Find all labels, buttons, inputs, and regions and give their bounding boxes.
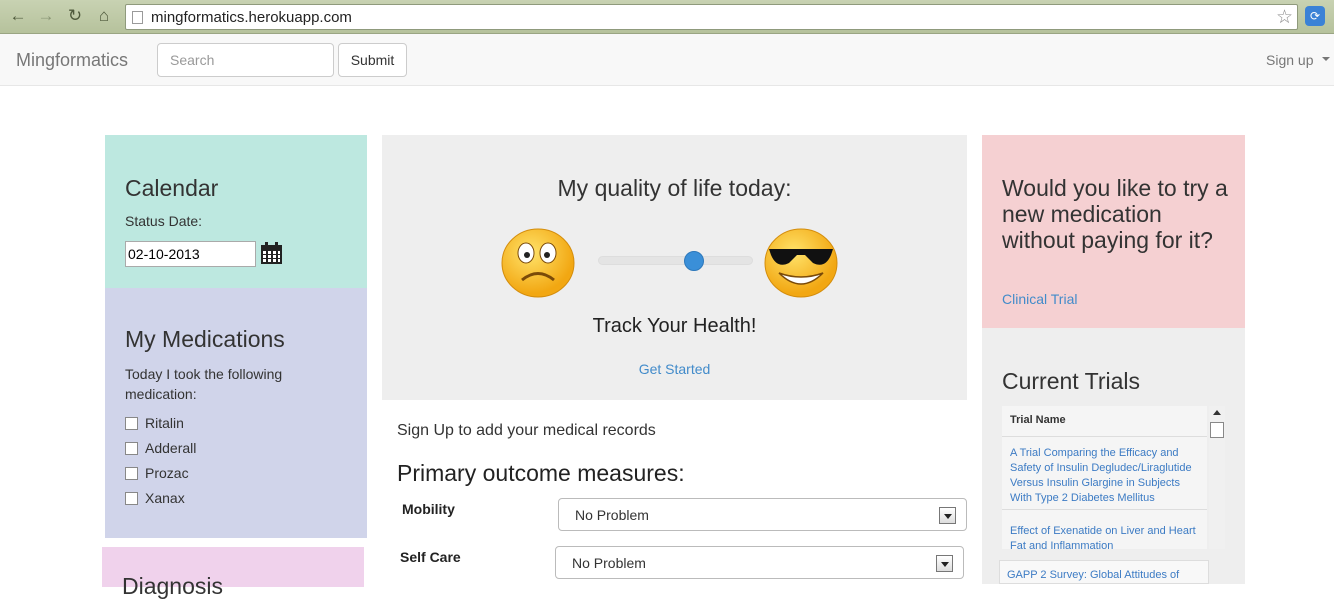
sad-face-icon	[501, 228, 575, 298]
diagnosis-title: Diagnosis	[122, 573, 223, 599]
self-care-label: Self Care	[400, 549, 461, 565]
forward-icon[interactable]: →	[36, 6, 56, 26]
quality-title: My quality of life today:	[557, 175, 792, 201]
checkbox[interactable]	[125, 417, 138, 430]
quality-of-life-panel: My quality of life today: Track Your Hea…	[382, 135, 967, 400]
home-icon[interactable]: ⌂	[94, 6, 114, 26]
diagnosis-panel: Diagnosis	[102, 547, 364, 599]
table-row[interactable]: Effect of Exenatide on Liver and Heart F…	[1002, 524, 1207, 549]
ad-title: Would you like to try a new medication w…	[1002, 175, 1228, 253]
get-started-link[interactable]: Get Started	[382, 361, 967, 377]
site-navbar: Mingformatics Submit Sign up	[0, 34, 1334, 86]
url-text[interactable]: mingformatics.herokuapp.com	[151, 9, 352, 26]
calendar-title: Calendar	[125, 175, 219, 201]
medications-description: Today I took the following medication:	[125, 366, 283, 402]
status-date-label: Status Date:	[125, 213, 203, 229]
chevron-down-icon[interactable]	[939, 507, 956, 524]
address-bar[interactable]: mingformatics.herokuapp.com ☆	[125, 4, 1298, 30]
clinical-trial-link[interactable]: Clinical Trial	[1002, 291, 1077, 307]
submit-button[interactable]: Submit	[338, 43, 407, 77]
brand-link[interactable]: Mingformatics	[16, 50, 128, 71]
medication-checkbox-prozac[interactable]: Prozac	[125, 465, 189, 481]
trial-name-header: Trial Name	[1002, 406, 1207, 437]
chevron-down-icon[interactable]	[936, 555, 953, 572]
checkbox[interactable]	[125, 492, 138, 505]
clinical-trial-ad-panel: Would you like to try a new medication w…	[982, 135, 1245, 328]
search-input[interactable]	[157, 43, 334, 77]
medication-checkbox-adderall[interactable]: Adderall	[125, 440, 196, 456]
medication-checkbox-xanax[interactable]: Xanax	[125, 490, 185, 506]
calendar-panel: Calendar Status Date:	[105, 135, 367, 288]
table-row[interactable]: GAPP 2 Survey: Global Attitudes of	[999, 560, 1209, 584]
current-trials-panel: Current Trials Trial Name A Trial Compar…	[982, 328, 1245, 584]
quality-slider-track[interactable]	[598, 256, 753, 265]
mobility-label: Mobility	[402, 501, 455, 517]
medications-panel: My Medications Today I took the followin…	[105, 288, 367, 538]
mobility-select[interactable]: No Problem	[558, 498, 967, 531]
self-care-select[interactable]: No Problem	[555, 546, 964, 579]
scroll-up-icon[interactable]	[1213, 410, 1221, 415]
star-icon[interactable]: ☆	[1276, 6, 1293, 29]
cool-face-icon	[764, 228, 838, 298]
status-date-input[interactable]	[125, 241, 256, 267]
checkbox[interactable]	[125, 467, 138, 480]
reload-icon[interactable]: ↻	[65, 6, 85, 26]
medications-title: My Medications	[125, 326, 285, 352]
page-icon	[132, 11, 143, 24]
signup-dropdown[interactable]: Sign up	[1266, 52, 1313, 68]
medication-checkbox-ritalin[interactable]: Ritalin	[125, 415, 184, 431]
trials-scrollbar[interactable]	[1209, 406, 1225, 549]
table-row[interactable]: A Trial Comparing the Efficacy and Safet…	[1002, 446, 1207, 510]
track-health-heading: Track Your Health!	[592, 315, 757, 337]
checkbox[interactable]	[125, 442, 138, 455]
back-icon[interactable]: ←	[8, 6, 28, 26]
current-trials-title: Current Trials	[1002, 368, 1141, 394]
signup-records-text: Sign Up to add your medical records	[397, 422, 656, 439]
outcome-measures-title: Primary outcome measures:	[397, 460, 685, 486]
calendar-icon[interactable]	[260, 242, 283, 265]
browser-toolbar: ← → ↻ ⌂ mingformatics.herokuapp.com ☆ ⟳	[0, 0, 1334, 34]
trials-table: Trial Name A Trial Comparing the Efficac…	[1002, 406, 1207, 549]
quality-slider-thumb[interactable]	[684, 251, 705, 271]
extension-icon[interactable]: ⟳	[1305, 6, 1325, 26]
chevron-down-icon[interactable]	[1322, 57, 1330, 61]
scroll-thumb[interactable]	[1210, 422, 1224, 438]
